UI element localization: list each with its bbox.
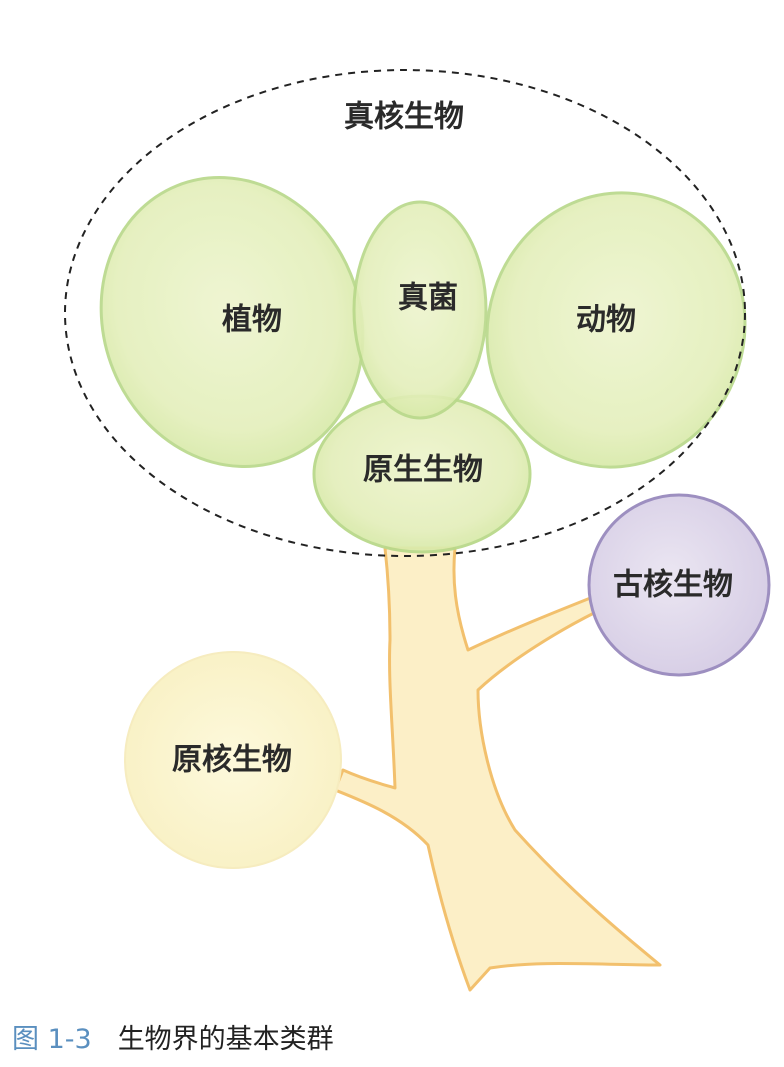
figure-number: 图 1-3 <box>12 1024 92 1055</box>
plants-label: 植物 <box>222 303 282 338</box>
protists-label: 原生生物 <box>363 453 483 488</box>
animals-label: 动物 <box>576 303 636 338</box>
figure-title: 生物界的基本类群 <box>117 1024 334 1055</box>
eukaryote-group-label: 真核生物 <box>344 100 464 135</box>
archaea-label: 古核生物 <box>613 568 733 603</box>
figure-caption: 图 1-3 生物界的基本类群 <box>12 1022 334 1058</box>
fungi-label: 真菌 <box>398 281 458 316</box>
prokaryote-label: 原核生物 <box>172 743 292 778</box>
tree-of-life-diagram: 真核生物 植物 真菌 动物 原生生物 古核生物 原核生物 <box>64 69 771 992</box>
